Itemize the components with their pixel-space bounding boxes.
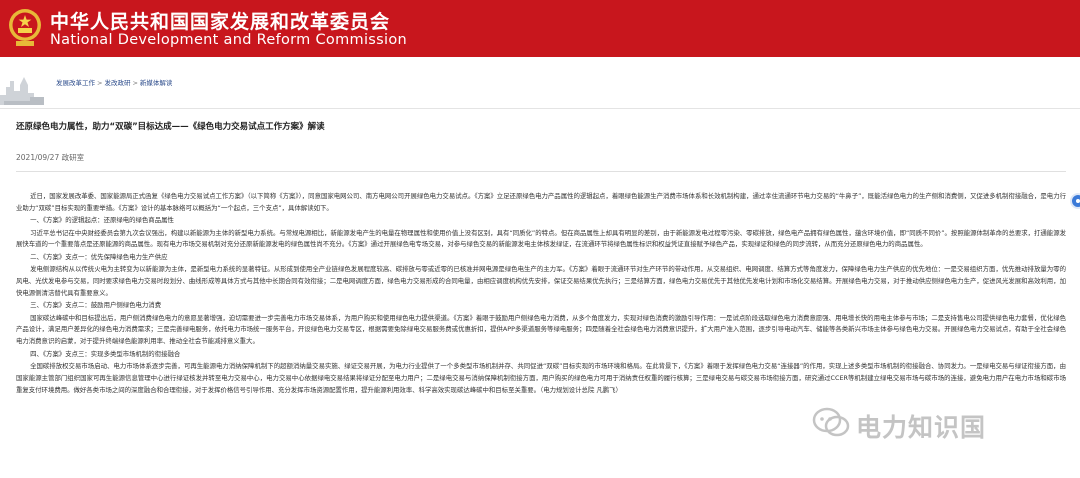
section-heading-2: 二、《方案》支点一：优先保障绿色电力生产供应 <box>30 252 168 261</box>
floating-side-button[interactable] <box>1070 193 1080 209</box>
national-emblem-icon <box>9 9 41 46</box>
header-divider <box>0 108 1080 109</box>
section-heading-3: 三、《方案》支点二：鼓励用户侧绿色电力消费 <box>30 301 162 310</box>
breadcrumb-item-3[interactable]: 新媒体解读 <box>140 79 173 87</box>
article-body: 近日，国家发展改革委、国家能源局正式函复《绿色电力交易试点工作方案》（以下简称《… <box>16 191 1066 397</box>
chat-bubble-icon <box>812 407 850 437</box>
article-meta: 2021/09/27 政研室 <box>16 153 85 162</box>
paragraph-1: 习近平总书记在中央财经委员会第九次会议强出，构建以新能源为主体的新型电力系统。与… <box>16 228 1066 249</box>
section-heading-4: 四、《方案》支点三：实现多类型市场机制的衔接融合 <box>30 349 181 358</box>
header-banner: 中华人民共和国国家发展和改革委员会 National Development a… <box>0 0 1080 57</box>
paragraph-3: 国家碳达峰碳中和目标提出后，用户侧消费绿色电力的意愿显著增强，迫切需要进一步完善… <box>16 313 1066 346</box>
site-title-en[interactable]: National Development and Reform Commissi… <box>50 32 407 48</box>
sub-banner: 发展改革工作 > 发改政研 > 新媒体解读 <box>0 57 1080 109</box>
paragraph-intro: 近日，国家发展改革委、国家能源局正式函复《绿色电力交易试点工作方案》（以下简称《… <box>16 192 1066 212</box>
article-title: 还原绿色电力属性，助力“双碳”目标达成——《绿色电力交易试点工作方案》解读 <box>16 122 325 132</box>
breadcrumb-item-2[interactable]: 发改政研 <box>104 79 130 87</box>
watermark: 电力知识国 <box>812 404 1080 444</box>
site-title-cn[interactable]: 中华人民共和国国家发展和改革委员会 <box>50 7 390 34</box>
paragraph-4: 全国碳排放权交易市场启动、电力市场体系逐步完善，可再生能源电力消纳保障机制下的超… <box>16 361 1066 394</box>
section-heading-1: 一、《方案》的逻辑起点：还原绿电的绿色商品属性 <box>30 216 174 225</box>
title-divider <box>16 171 1066 172</box>
breadcrumb-item-1[interactable]: 发展改革工作 <box>56 79 95 87</box>
paragraph-2: 发电侧源结构从以传统火电为主转变为以新能源为主体，是新型电力系统的显著特征。从形… <box>16 265 1066 297</box>
watermark-text: 电力知识国 <box>856 413 987 442</box>
breadcrumb: 发展改革工作 > 发改政研 > 新媒体解读 <box>56 79 173 87</box>
